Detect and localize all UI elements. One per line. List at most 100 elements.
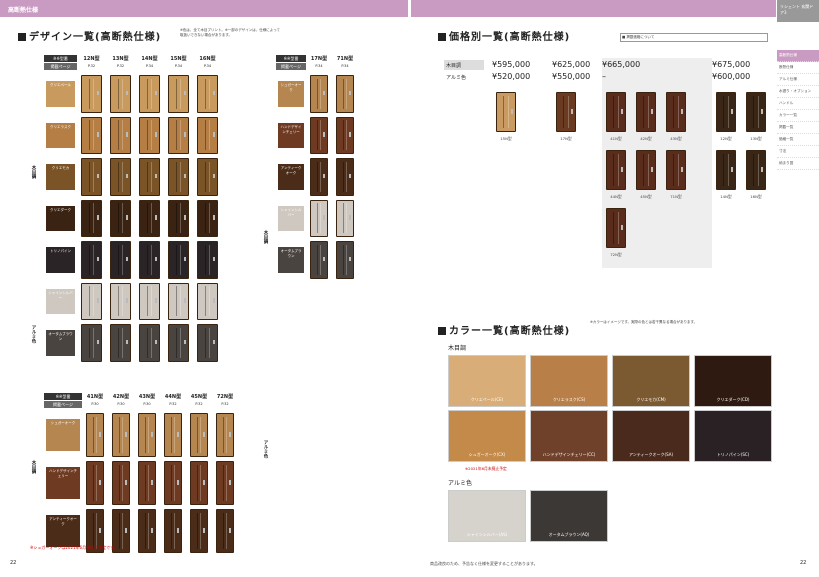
side-nav-item[interactable]: アルミ仕様 — [777, 74, 819, 86]
door-thumb — [164, 509, 182, 553]
door-thumb-handle — [213, 215, 216, 220]
price-alu: ¥600,000 — [712, 72, 751, 81]
door-thumb — [139, 116, 160, 154]
door-thumb — [139, 158, 160, 196]
door-thumb-handle — [349, 173, 352, 179]
door-thumb-handle — [99, 431, 102, 437]
sugar-note: ※2021年6月末廃止予定 — [465, 466, 507, 471]
price-door — [746, 92, 766, 132]
design-grid: ※※型番 掲載ページ 12N型 P.32 13N型 P.32 14N型 P.34 15N型 P.3… — [0, 0, 408, 577]
side-nav-item[interactable]: 高断熱仕様 — [777, 50, 819, 62]
door-thumb — [110, 241, 131, 279]
door-thumb — [216, 413, 234, 457]
color-chip: シャインシルバー — [278, 205, 304, 231]
door-thumb — [86, 413, 104, 457]
model-name-4: 16N型 — [199, 56, 216, 62]
side-nav-item[interactable]: 納まり図 — [777, 158, 819, 170]
color-chip: クリエモカ — [46, 164, 75, 190]
door-thumb-glass — [88, 286, 95, 317]
price-door-glass — [723, 154, 729, 186]
door-thumb-handle — [155, 339, 158, 345]
door-thumb-handle — [155, 298, 158, 303]
door-thumb-handle — [99, 479, 102, 485]
door-thumb-handle — [155, 256, 158, 262]
price-door-label: 45N型 — [640, 194, 652, 199]
door-thumb-handle — [229, 431, 232, 437]
side-nav-item[interactable]: 寸法 — [777, 146, 819, 158]
door-thumb — [86, 461, 104, 505]
door-thumb-handle — [126, 298, 129, 303]
door-thumb-glass — [88, 120, 95, 151]
price-door-label: 44N型 — [610, 194, 622, 199]
color-alu-heading: アルミ色 — [448, 480, 472, 487]
price-door-label: 71N型 — [670, 194, 682, 199]
price-door-glass — [753, 154, 759, 186]
door-thumb-glass — [88, 203, 95, 234]
price-door — [636, 92, 656, 132]
price-door-handle — [621, 108, 624, 114]
door-thumb — [310, 241, 328, 279]
model-name-2: 43N型 — [138, 394, 156, 400]
door-thumb-glass — [342, 161, 348, 192]
door-thumb — [197, 75, 218, 113]
price-door-handle — [571, 108, 574, 114]
wood-label-2: 木目調 — [263, 230, 268, 244]
page-header-label: 掲載ページ — [44, 401, 82, 408]
door-thumb — [110, 75, 131, 113]
alu-label-2: アルミ色 — [263, 440, 268, 458]
side-nav-item[interactable]: 価格一覧 — [777, 134, 819, 146]
door-thumb-glass — [88, 244, 95, 275]
door-thumb — [138, 461, 156, 505]
price-door — [666, 150, 686, 190]
door-thumb-handle — [151, 479, 154, 485]
door-thumb-glass — [175, 327, 182, 358]
side-nav-item[interactable]: ハンドル — [777, 98, 819, 110]
door-thumb-handle — [213, 298, 216, 303]
wood-swatch: ハンドデザインチェリー(CC) — [530, 410, 608, 462]
model-name-1: 13N型 — [112, 56, 129, 62]
swatch-label: シュガーオーク(CX) — [468, 452, 506, 457]
model-page-4: P.34 — [203, 64, 212, 68]
door-thumb-handle — [177, 527, 180, 533]
price-door-label: 43N型 — [670, 136, 682, 141]
price-area: 木目調 アルミ色 ¥595,000 ¥520,000 15N型 ¥625,000 ¥550,… — [444, 58, 774, 268]
door-thumb-handle — [203, 479, 206, 485]
door-thumb — [139, 199, 160, 237]
price-door — [746, 150, 766, 190]
door-thumb-glass — [204, 120, 211, 151]
door-thumb-glass — [144, 465, 150, 501]
side-nav-item[interactable]: 掲載一覧 — [777, 122, 819, 134]
door-thumb-handle — [126, 215, 129, 220]
door-thumb-glass — [146, 203, 153, 234]
door-thumb — [81, 282, 102, 320]
door-thumb-glass — [144, 417, 150, 453]
wood-swatch: クリエペール(CE) — [448, 355, 526, 407]
side-nav-item[interactable]: 水廻り・オプション — [777, 86, 819, 98]
door-thumb-handle — [213, 90, 216, 96]
door-thumb-glass — [170, 465, 176, 501]
door-thumb — [310, 158, 328, 196]
door-thumb-glass — [175, 244, 182, 275]
door-thumb — [197, 282, 218, 320]
color-chip: シュガーオーク — [278, 81, 304, 107]
door-thumb-handle — [126, 90, 129, 96]
door-thumb-glass — [146, 161, 153, 192]
door-thumb-glass — [316, 161, 322, 192]
page-header-label: 掲載ページ — [276, 63, 306, 70]
door-thumb-glass — [118, 513, 124, 549]
price-door-handle — [511, 108, 514, 114]
model-page-2: P.34 — [145, 64, 154, 68]
door-thumb-handle — [155, 215, 158, 220]
price-door-handle — [651, 108, 654, 114]
door-thumb — [110, 324, 131, 362]
door-thumb-handle — [151, 527, 154, 533]
door-thumb-handle — [213, 339, 216, 345]
door-thumb-glass — [204, 286, 211, 317]
price-wood: ¥625,000 — [552, 60, 591, 69]
side-nav-item[interactable]: 断熱仕様 — [777, 62, 819, 74]
door-thumb — [197, 241, 218, 279]
door-thumb-glass — [146, 78, 153, 109]
door-thumb-glass — [204, 244, 211, 275]
door-thumb-glass — [342, 120, 348, 151]
side-nav-item[interactable]: カラー一覧 — [777, 110, 819, 122]
